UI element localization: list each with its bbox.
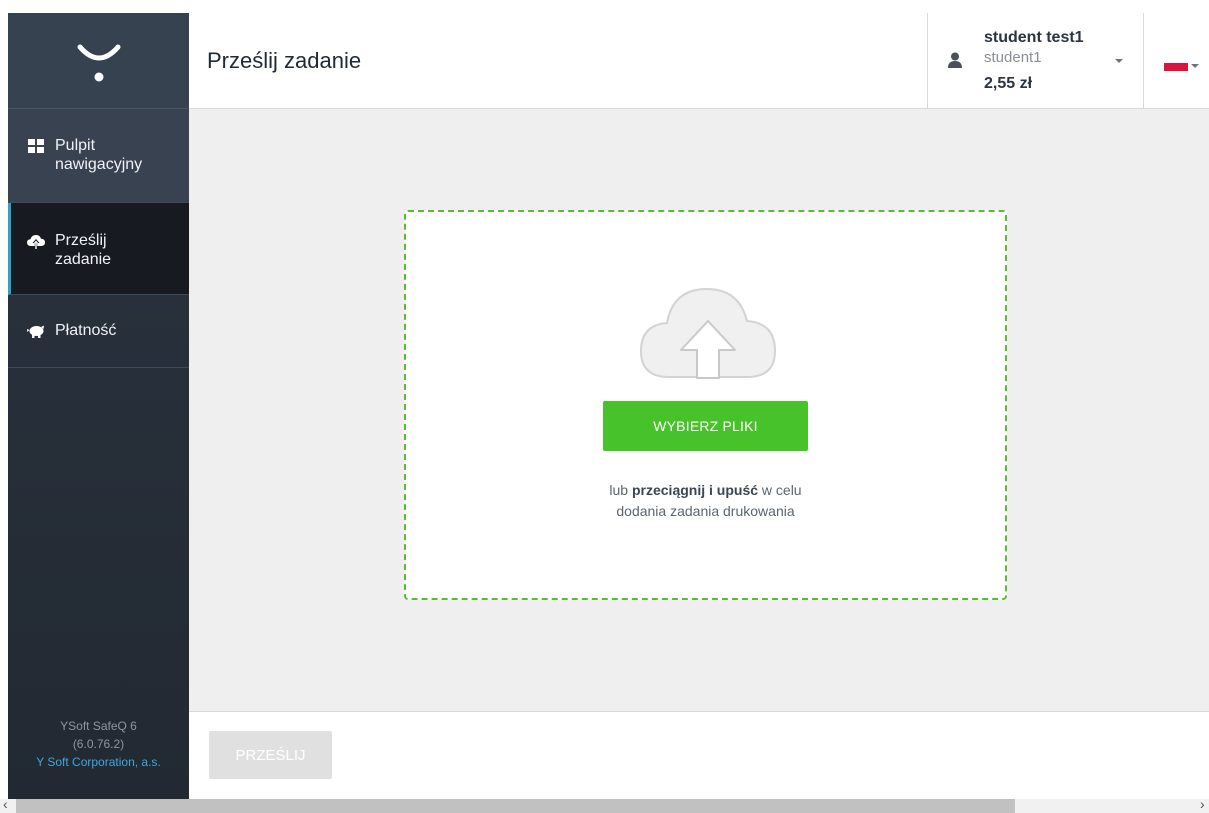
main-content: WYBIERZ PLIKI lub przeciągnij i upuść w …: [189, 109, 1209, 711]
sidebar-item-dashboard[interactable]: Pulpit nawigacyjny: [8, 109, 189, 203]
sidebar-item-label: Płatność: [55, 322, 117, 339]
sidebar-item-payment[interactable]: Płatność: [8, 295, 189, 368]
piggy-bank-icon: [27, 324, 45, 339]
sidebar-item-label: Pulpit nawigacyjny: [55, 137, 143, 173]
header: Prześlij zadanie student test1 student1 …: [189, 13, 1209, 109]
submit-button[interactable]: PRZEŚLIJ: [209, 731, 332, 779]
sidebar-footer: YSoft SafeQ 6 (6.0.76.2) Y Soft Corporat…: [8, 717, 189, 771]
product-name: YSoft SafeQ 6: [60, 719, 137, 733]
dashboard-icon: [27, 139, 45, 153]
company-link[interactable]: Y Soft Corporation, a.s.: [8, 753, 189, 771]
scroll-right-icon[interactable]: ›: [1200, 796, 1205, 812]
action-bar: PRZEŚLIJ: [189, 711, 1209, 800]
horizontal-scrollbar[interactable]: ‹ ›: [0, 796, 1209, 813]
user-menu[interactable]: student test1 student1 2,55 zł: [927, 13, 1144, 108]
language-selector[interactable]: [1164, 63, 1199, 75]
user-icon: [948, 52, 962, 73]
sidebar: Pulpit nawigacyjny Prześlij zadanie Płat…: [8, 13, 189, 799]
user-credit: 2,55 zł: [984, 75, 1033, 92]
cloud-upload-icon: [639, 287, 777, 384]
sidebar-item-label: Prześlij zadanie: [55, 232, 112, 268]
choose-files-button[interactable]: WYBIERZ PLIKI: [603, 401, 808, 451]
scroll-left-icon[interactable]: ‹: [3, 796, 8, 812]
sidebar-item-upload[interactable]: Prześlij zadanie: [8, 203, 189, 295]
cloud-upload-icon: [27, 234, 45, 250]
user-full-name: student test1: [984, 29, 1084, 46]
poland-flag-icon: [1164, 63, 1188, 71]
drop-hint: lub przeciągnij i upuść w celu dodania z…: [609, 482, 802, 519]
page-title: Prześlij zadanie: [207, 48, 362, 73]
file-dropzone[interactable]: WYBIERZ PLIKI lub przeciągnij i upuść w …: [404, 210, 1007, 600]
scrollbar-thumb[interactable]: [16, 799, 1015, 813]
ysoft-logo[interactable]: [8, 13, 189, 109]
logo-icon: [77, 44, 120, 81]
user-login: student1: [984, 49, 1042, 66]
product-version: (6.0.76.2): [72, 737, 125, 751]
chevron-down-icon: [1115, 59, 1123, 63]
drop-hint-emphasis: przeciągnij i upuść: [631, 482, 759, 498]
chevron-down-icon: [1191, 64, 1199, 68]
